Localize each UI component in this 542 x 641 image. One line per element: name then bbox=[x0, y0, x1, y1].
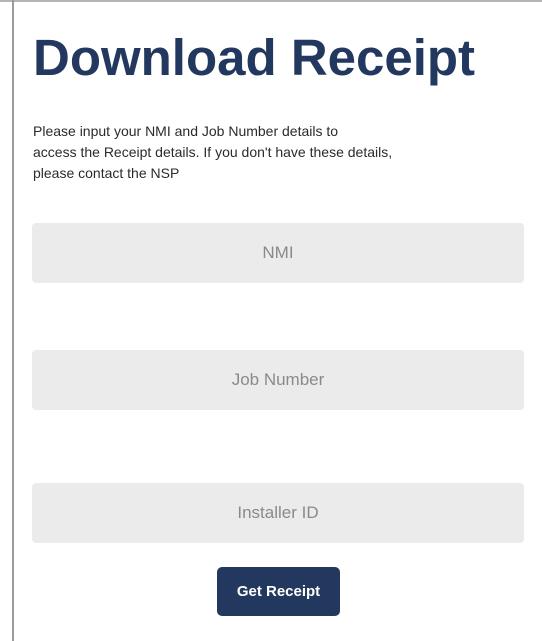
nmi-input[interactable] bbox=[32, 223, 524, 283]
installer-id-input[interactable] bbox=[32, 483, 524, 543]
receipt-panel: Download Receipt Please input your NMI a… bbox=[0, 0, 542, 641]
instructions-line-2: access the Receipt details. If you don't… bbox=[33, 144, 393, 160]
top-border bbox=[0, 0, 542, 2]
instructions-line-3: please contact the NSP bbox=[33, 165, 180, 181]
job-number-input[interactable] bbox=[32, 350, 524, 410]
get-receipt-button[interactable]: Get Receipt bbox=[217, 567, 340, 616]
instructions-line-1: Please input your NMI and Job Number det… bbox=[33, 123, 339, 139]
left-border bbox=[12, 0, 14, 641]
page-title: Download Receipt bbox=[33, 29, 476, 86]
instructions-text: Please input your NMI and Job Number det… bbox=[33, 121, 513, 184]
